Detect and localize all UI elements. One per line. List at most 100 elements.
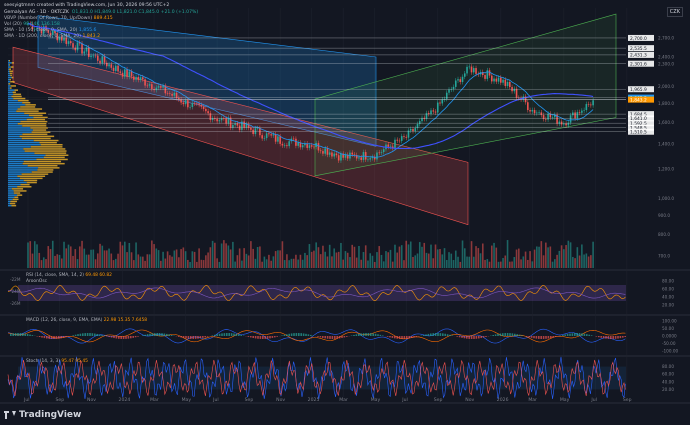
candle-body xyxy=(466,66,468,74)
profile-down-bar xyxy=(31,131,51,133)
tradingview-icon xyxy=(4,411,16,419)
candle-body xyxy=(335,153,338,156)
vol-value: 98.64K 136.158 xyxy=(23,22,60,27)
profile-down-bar xyxy=(17,108,43,110)
profile-down-bar xyxy=(22,162,65,165)
volume-bar xyxy=(135,242,137,268)
profile-up-bar xyxy=(8,116,34,119)
candle-body xyxy=(353,154,356,156)
macd-histogram-bar xyxy=(218,333,221,336)
sma200-legend[interactable]: SMA · 1D (200, close, 0, SMA, 20) 1,843.… xyxy=(4,34,100,40)
y-tick-label: 1,400.0 xyxy=(658,142,674,147)
macd-histogram-bar xyxy=(360,333,362,336)
macd-histogram-bar xyxy=(307,334,310,336)
volume-bar xyxy=(524,251,527,268)
candle-body xyxy=(270,134,272,136)
x-tick-label: Jul xyxy=(401,397,408,403)
macd-histogram-bar xyxy=(74,334,77,336)
macd-histogram-bar xyxy=(305,333,307,336)
macd-histogram-bar xyxy=(439,333,442,336)
volume-bar xyxy=(56,254,59,268)
profile-down-bar xyxy=(11,188,24,190)
candle-body xyxy=(547,113,549,120)
candle-body xyxy=(378,152,381,154)
macd-histogram-bar xyxy=(540,336,542,339)
macd-histogram-bar xyxy=(41,336,43,338)
macd-histogram-bar xyxy=(602,336,605,339)
candle-body xyxy=(137,76,140,80)
trading-chart[interactable]: 2,700.02,535.52,431.32,301.61,965.91,865… xyxy=(0,0,690,425)
symbol-title[interactable]: Gemalyan AG · 1D · OKTCZK xyxy=(4,10,69,15)
volume-bar xyxy=(511,261,513,268)
volume-bar xyxy=(209,247,212,268)
volume-bar xyxy=(518,248,520,268)
macd-histogram-bar xyxy=(295,333,298,336)
candle-body xyxy=(182,102,185,105)
macd-histogram-bar xyxy=(300,333,302,336)
profile-down-bar xyxy=(19,177,43,180)
profile-down-bar xyxy=(17,99,29,102)
macd-histogram-bar xyxy=(46,336,48,339)
macd-histogram-bar xyxy=(228,333,230,336)
volume-bar xyxy=(27,242,29,268)
volume-bar xyxy=(87,254,90,268)
volume-bar xyxy=(31,253,34,268)
volume-bar xyxy=(297,259,299,268)
volume-bar xyxy=(567,240,570,268)
volume-bar xyxy=(139,256,142,268)
volume-bar xyxy=(207,252,209,268)
volume-bar xyxy=(274,251,277,268)
volume-bar xyxy=(416,253,419,268)
volume-bar xyxy=(252,248,254,268)
sma10-label: SMA · 10 (50, close, 0, SMA, 20) xyxy=(4,28,78,33)
macd-histogram-bar xyxy=(12,333,14,336)
macd-histogram-bar xyxy=(463,336,466,339)
macd-histogram-bar xyxy=(197,336,199,339)
macd-histogram-bar xyxy=(586,334,588,336)
candle-body xyxy=(295,138,297,146)
volume-bar xyxy=(112,260,115,268)
volume-bar xyxy=(232,241,234,268)
candle-body xyxy=(416,124,419,129)
profile-down-bar xyxy=(17,194,23,196)
macd-histogram-bar xyxy=(77,334,79,336)
candle-body xyxy=(583,109,585,111)
volume-bar xyxy=(531,261,534,268)
macd-histogram-bar xyxy=(94,333,96,336)
volume-bar xyxy=(290,258,293,268)
candle-body xyxy=(578,112,581,113)
volume-bar xyxy=(427,253,430,268)
volume-bar xyxy=(328,244,331,268)
macd-histogram-bar xyxy=(425,334,427,336)
candle-body xyxy=(403,136,405,137)
currency-badge[interactable]: CZK xyxy=(666,7,683,17)
tradingview-logo[interactable]: TradingView xyxy=(4,410,81,420)
volume-bar xyxy=(578,255,581,268)
profile-down-bar xyxy=(45,154,69,156)
price-label: 2,700.0 xyxy=(630,36,647,42)
candle-body xyxy=(135,76,137,80)
vbp-label: VBVP (Number Of Rows, 70, Up/Down) xyxy=(4,16,93,21)
price-label: 2,535.5 xyxy=(630,46,647,52)
macd-histogram-bar xyxy=(122,336,125,339)
volume-bar xyxy=(344,251,347,268)
volume-bar xyxy=(299,254,302,268)
macd-histogram-bar xyxy=(185,336,187,339)
macd-histogram-bar xyxy=(120,336,122,339)
volume-bar xyxy=(396,252,399,268)
macd-histogram-bar xyxy=(108,336,110,337)
volume-bar xyxy=(490,245,493,268)
x-tick-label: Sep xyxy=(623,397,632,403)
volume-bar xyxy=(398,246,401,268)
volume-bar xyxy=(29,241,32,268)
volume-bar xyxy=(529,251,531,268)
candle-body xyxy=(396,139,399,141)
candle-body xyxy=(175,92,178,99)
macd-histogram-bar xyxy=(367,333,370,336)
x-tick-label: 2026 xyxy=(497,397,509,403)
volume-bar xyxy=(162,251,164,268)
profile-down-bar xyxy=(22,125,47,127)
profile-up-bar xyxy=(8,198,13,201)
volume-bar xyxy=(549,246,552,268)
volume-bar xyxy=(497,261,500,268)
